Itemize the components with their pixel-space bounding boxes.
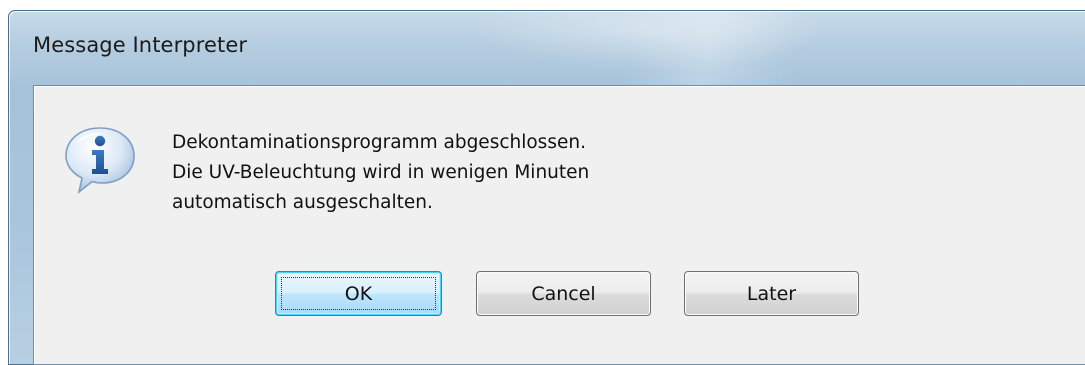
- message-line: automatisch ausgeschalten.: [172, 192, 433, 213]
- window-title: Message Interpreter: [33, 33, 248, 57]
- ok-button[interactable]: OK: [275, 271, 442, 316]
- information-icon: [65, 127, 135, 195]
- message-line: Die UV-Beleuchtung wird in wenigen Minut…: [172, 162, 590, 183]
- cancel-button-label: Cancel: [531, 282, 596, 305]
- message-dialog-window: Message Interpreter Dekontaminationsprog…: [8, 10, 1085, 365]
- message-line: Dekontaminationsprogramm abgeschlossen.: [172, 132, 586, 153]
- later-button[interactable]: Later: [684, 271, 859, 316]
- message-text: Dekontaminationsprogramm abgeschlossen. …: [172, 128, 589, 218]
- dialog-content-area: Dekontaminationsprogramm abgeschlossen. …: [33, 85, 1085, 365]
- cancel-button[interactable]: Cancel: [476, 271, 651, 316]
- later-button-label: Later: [746, 282, 797, 305]
- ok-button-label: OK: [344, 282, 373, 305]
